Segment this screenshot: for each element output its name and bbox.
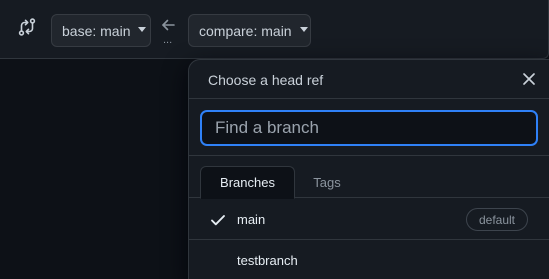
close-icon[interactable] [522,72,536,86]
base-branch-label: base: main [62,22,131,39]
base-branch-button[interactable]: base: main [51,14,151,47]
arrow-left-icon [162,19,175,31]
git-compare-icon [18,18,36,36]
caret-down-icon [299,27,308,32]
head-ref-dropdown: Choose a head ref Branches Tags main def… [188,59,549,279]
branch-item-main[interactable]: main default [189,199,549,240]
caret-down-icon [138,27,147,32]
tab-tags[interactable]: Tags [301,166,353,198]
find-branch-input[interactable] [200,110,538,146]
branch-name: main [237,212,266,227]
default-badge: default [466,208,528,231]
ellipsis-text: ... [163,34,173,46]
branch-item-testbranch[interactable]: testbranch [189,240,549,279]
ref-tabs: Branches Tags [189,166,549,199]
compare-toolbar: base: main ... compare: main [0,0,549,59]
branch-name: testbranch [237,253,298,268]
tab-branches[interactable]: Branches [200,166,295,199]
compare-branch-button[interactable]: compare: main [188,14,311,47]
dropdown-filter [189,99,549,156]
compare-branch-label: compare: main [199,22,292,39]
tab-branches-label: Branches [220,175,275,190]
dropdown-header: Choose a head ref [189,60,549,99]
branch-list: main default testbranch [189,199,549,279]
dropdown-title: Choose a head ref [208,72,324,88]
check-icon [211,215,225,226]
tab-tags-label: Tags [313,174,341,190]
